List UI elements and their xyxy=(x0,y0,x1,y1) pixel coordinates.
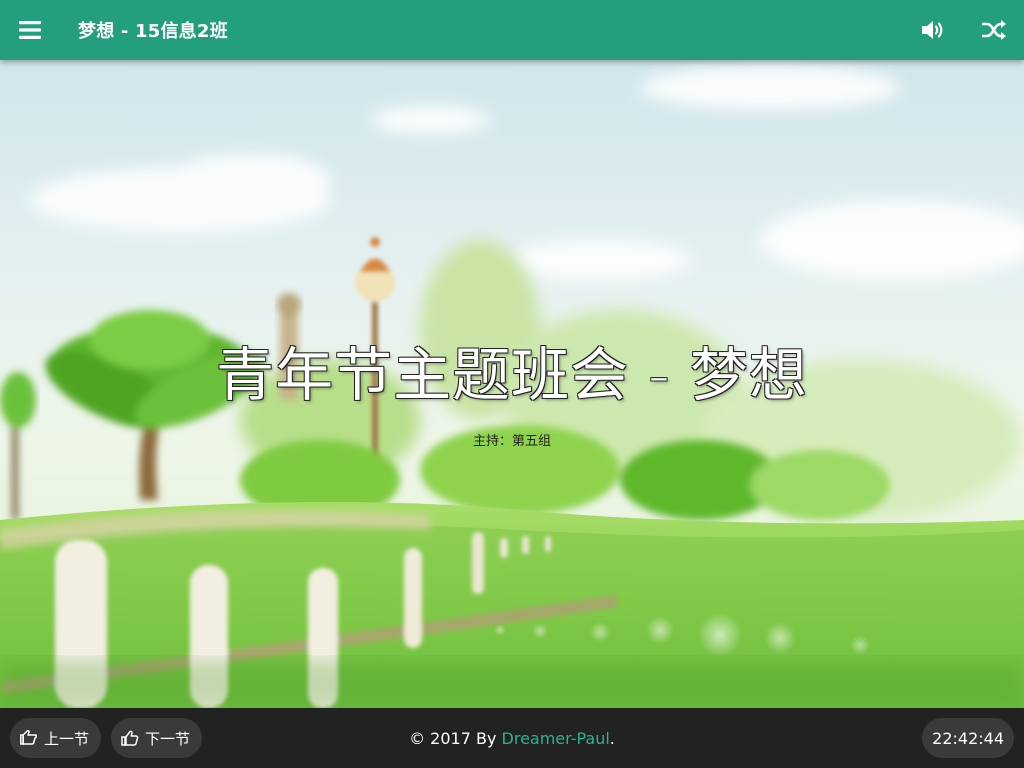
hand-point-up-icon xyxy=(121,730,139,746)
top-bar: 梦想 - 15信息2班 xyxy=(0,0,1024,60)
next-section-button[interactable]: 下一节 xyxy=(111,718,203,758)
shuffle-button[interactable] xyxy=(964,0,1024,60)
copyright-suffix: . xyxy=(609,728,615,748)
slide-title: 青年节主题班会 - 梦想 xyxy=(216,341,808,409)
app-title: 梦想 - 15信息2班 xyxy=(78,21,228,42)
slide-subtitle: 主持：第五组 xyxy=(472,434,551,449)
hand-point-left-icon xyxy=(20,730,37,745)
volume-up-icon xyxy=(922,21,943,39)
clock: 22:42:44 xyxy=(922,718,1014,758)
menu-button[interactable] xyxy=(0,0,60,60)
slide-content: 青年节主题班会 - 梦想 主持：第五组 xyxy=(0,60,1024,708)
previous-section-label: 上一节 xyxy=(44,729,90,748)
volume-button[interactable] xyxy=(904,0,964,60)
slide-stage: 青年节主题班会 - 梦想 主持：第五组 xyxy=(0,60,1024,708)
next-section-label: 下一节 xyxy=(145,729,191,748)
hamburger-menu-icon xyxy=(19,21,41,39)
previous-section-button[interactable]: 上一节 xyxy=(10,718,102,758)
author-link[interactable]: Dreamer-Paul xyxy=(502,729,610,748)
copyright-prefix: © 2017 By xyxy=(409,728,502,748)
bottom-bar: 上一节 下一节 © 2017 By Dreamer-Paul. 22:42:44 xyxy=(0,708,1024,768)
shuffle-icon xyxy=(982,20,1006,40)
